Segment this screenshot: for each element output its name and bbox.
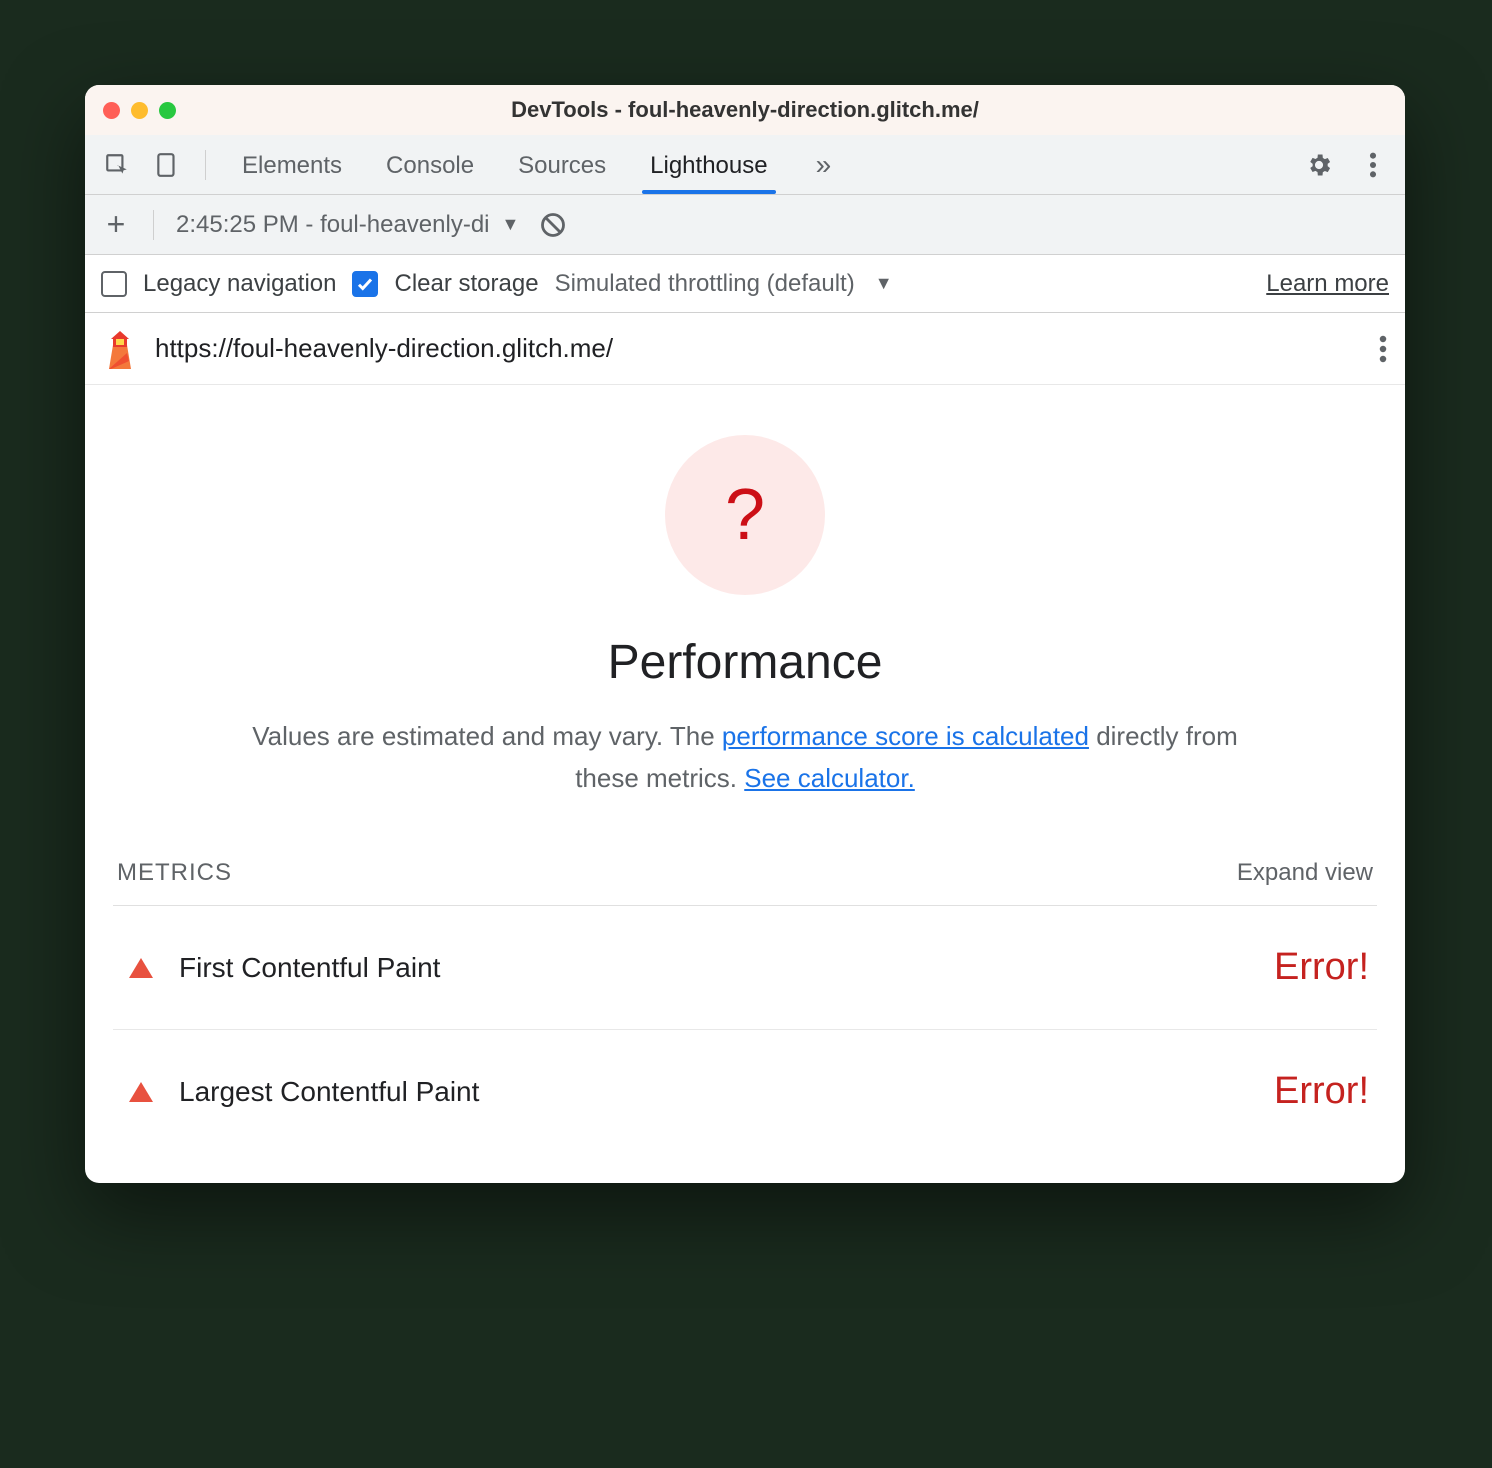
learn-more-link[interactable]: Learn more — [1266, 270, 1389, 298]
window-title: DevTools - foul-heavenly-direction.glitc… — [85, 97, 1405, 123]
error-triangle-icon — [129, 1082, 153, 1102]
devtools-window: DevTools - foul-heavenly-direction.glitc… — [85, 85, 1405, 1183]
score-symbol: ? — [725, 474, 765, 556]
lighthouse-report: ? Performance Values are estimated and m… — [85, 385, 1405, 1183]
expand-view-toggle[interactable]: Expand view — [1237, 859, 1373, 887]
legacy-navigation-label: Legacy navigation — [143, 270, 336, 298]
error-triangle-icon — [129, 958, 153, 978]
tab-lighthouse[interactable]: Lighthouse — [648, 138, 769, 192]
titlebar: DevTools - foul-heavenly-direction.glitc… — [85, 85, 1405, 135]
devtools-tabbar: Elements Console Sources Lighthouse » — [85, 135, 1405, 195]
desc-text: Values are estimated and may vary. The — [252, 721, 722, 751]
traffic-lights — [103, 102, 176, 119]
divider — [153, 210, 154, 240]
more-tabs-icon[interactable]: » — [810, 149, 838, 181]
score-calculation-link[interactable]: performance score is calculated — [722, 721, 1089, 751]
tab-elements[interactable]: Elements — [240, 138, 344, 192]
throttling-label: Simulated throttling (default) — [555, 270, 855, 298]
report-menu-icon[interactable] — [1379, 334, 1387, 364]
new-report-button[interactable]: + — [101, 206, 131, 243]
throttling-select[interactable]: Simulated throttling (default) ▼ — [555, 270, 893, 298]
chevron-down-icon: ▼ — [875, 273, 893, 294]
settings-gear-icon[interactable] — [1303, 149, 1335, 181]
panel-tabs: Elements Console Sources Lighthouse » — [240, 138, 1285, 192]
chevron-down-icon: ▼ — [502, 214, 520, 235]
performance-score-gauge: ? — [665, 435, 825, 595]
maximize-window-button[interactable] — [159, 102, 176, 119]
metric-value: Error! — [1274, 1070, 1369, 1113]
lighthouse-options: Legacy navigation Clear storage Simulate… — [85, 255, 1405, 313]
clear-report-icon[interactable] — [537, 209, 569, 241]
metric-name: Largest Contentful Paint — [179, 1076, 479, 1108]
tab-sources[interactable]: Sources — [516, 138, 608, 192]
report-url: https://foul-heavenly-direction.glitch.m… — [155, 333, 613, 364]
close-window-button[interactable] — [103, 102, 120, 119]
device-toolbar-icon[interactable] — [151, 149, 183, 181]
kebab-menu-icon[interactable] — [1357, 149, 1389, 181]
report-url-row: https://foul-heavenly-direction.glitch.m… — [85, 313, 1405, 385]
legacy-navigation-checkbox[interactable] — [101, 271, 127, 297]
performance-title: Performance — [113, 635, 1377, 690]
lighthouse-toolbar: + 2:45:25 PM - foul-heavenly-di ▼ — [85, 195, 1405, 255]
report-selector[interactable]: 2:45:25 PM - foul-heavenly-di ▼ — [176, 211, 519, 239]
tab-console[interactable]: Console — [384, 138, 476, 192]
metrics-header: METRICS Expand view — [113, 859, 1377, 906]
divider — [205, 150, 206, 180]
metric-row: Largest Contentful Paint Error! — [113, 1030, 1377, 1153]
report-selector-label: 2:45:25 PM - foul-heavenly-di — [176, 211, 490, 239]
clear-storage-label: Clear storage — [394, 270, 538, 298]
metric-value: Error! — [1274, 946, 1369, 989]
see-calculator-link[interactable]: See calculator. — [744, 763, 915, 793]
minimize-window-button[interactable] — [131, 102, 148, 119]
clear-storage-checkbox[interactable] — [352, 271, 378, 297]
lighthouse-logo-icon — [103, 329, 137, 369]
metric-name: First Contentful Paint — [179, 952, 440, 984]
inspect-element-icon[interactable] — [101, 149, 133, 181]
metrics-heading: METRICS — [117, 859, 232, 887]
metric-row: First Contentful Paint Error! — [113, 906, 1377, 1030]
performance-description: Values are estimated and may vary. The p… — [235, 716, 1255, 799]
